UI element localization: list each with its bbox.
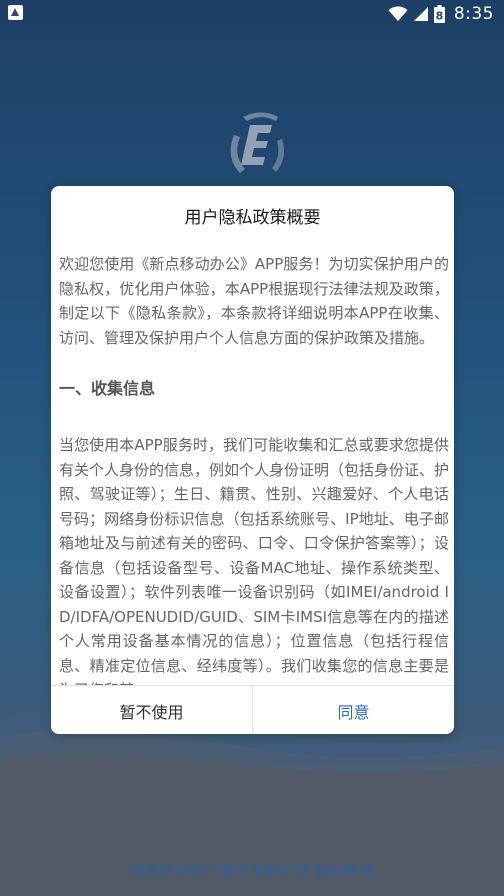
intro-paragraph: 欢迎您使用《新点移动办公》APP服务！为切实保护用户的隐私权，优化用户体验，本A…	[59, 255, 449, 347]
status-icons: 8 8:35	[388, 3, 494, 25]
decline-button[interactable]: 暂不使用	[51, 686, 253, 734]
e-logo-icon	[230, 112, 284, 173]
dialog-body: 欢迎您使用《新点移动办公》APP服务！为切实保护用户的隐私权，优化用户体验，本A…	[59, 252, 449, 685]
dialog-scroll-area[interactable]: 用户隐私政策概要 欢迎您使用《新点移动办公》APP服务！为切实保护用户的隐私权，…	[51, 186, 454, 685]
status-bar: 8 8:35	[0, 0, 504, 28]
battery-level: 8	[435, 10, 443, 23]
section-body-collect-info: 当您使用本APP服务时，我们可能收集和汇总或要求您提供有关个人身份的信息，例如个…	[59, 436, 450, 685]
agree-button[interactable]: 同意	[253, 686, 454, 734]
dialog-title: 用户隐私政策概要	[184, 208, 321, 228]
dialog-footer: 暂不使用 同意	[51, 685, 454, 734]
section-heading-collect-info: 一、收集信息	[59, 379, 156, 398]
cell-signal-icon	[413, 7, 428, 21]
notification-app-icon	[8, 5, 23, 20]
battery-icon: 8	[433, 5, 445, 23]
wifi-icon	[388, 6, 408, 21]
privacy-dialog: 用户隐私政策概要 欢迎您使用《新点移动办公》APP服务！为切实保护用户的隐私权，…	[51, 186, 454, 734]
copyright-text: 国泰新点软件股份有限公司 版权所有	[129, 864, 375, 880]
status-time: 8:35	[453, 4, 494, 24]
